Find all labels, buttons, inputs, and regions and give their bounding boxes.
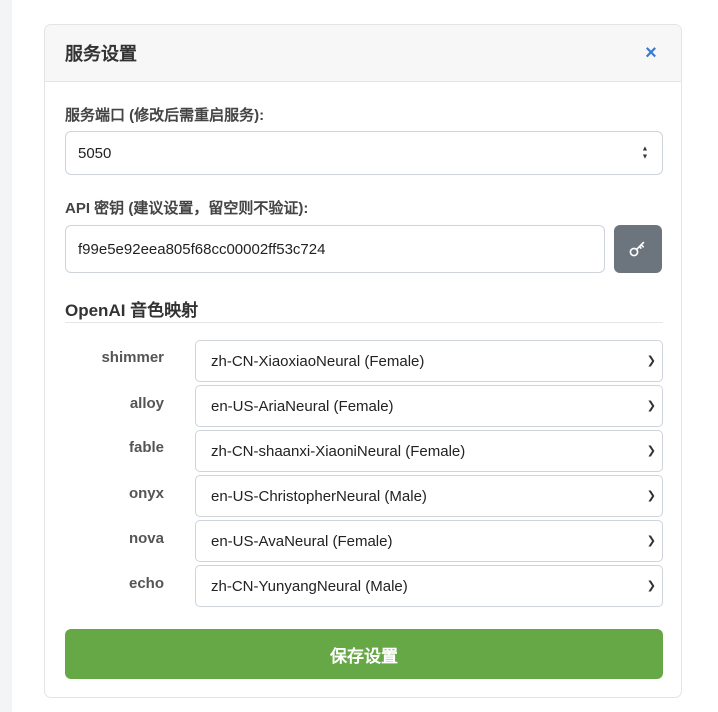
- key-icon: [629, 241, 645, 257]
- voice-select-value: en-US-AriaNeural (Female): [211, 397, 394, 415]
- voice-mapping-title: OpenAI 音色映射: [65, 301, 199, 320]
- section-divider: [65, 322, 663, 323]
- voice-select-shimmer[interactable]: zh-CN-XiaoxiaoNeural (Female) ❯: [195, 340, 663, 382]
- api-key-input[interactable]: f99e5e92eea805f68cc00002ff53c724: [65, 225, 605, 273]
- voice-select-echo[interactable]: zh-CN-YunyangNeural (Male) ❯: [195, 565, 663, 607]
- voice-select-value: zh-CN-YunyangNeural (Male): [211, 577, 408, 595]
- page-gutter: [0, 0, 12, 712]
- voice-label-echo: echo: [128, 575, 164, 592]
- voice-label-fable: fable: [128, 439, 164, 456]
- dialog-header: 服务设置 ×: [45, 25, 681, 82]
- voice-select-value: en-US-ChristopherNeural (Male): [211, 487, 427, 505]
- chevron-down-icon: ❯: [646, 354, 656, 367]
- api-key-label: API 密钥 (建议设置，留空则不验证):: [65, 200, 309, 217]
- voice-select-value: en-US-AvaNeural (Female): [211, 532, 393, 550]
- voice-select-nova[interactable]: en-US-AvaNeural (Female) ❯: [195, 520, 663, 562]
- stepper-icon[interactable]: ▲ ▼: [640, 146, 650, 161]
- chevron-down-icon: ❯: [646, 579, 656, 592]
- dialog-title: 服务设置: [65, 44, 137, 64]
- close-button[interactable]: ×: [639, 41, 663, 65]
- api-key-value: f99e5e92eea805f68cc00002ff53c724: [78, 240, 326, 258]
- voice-label-shimmer: shimmer: [101, 349, 164, 366]
- voice-label-nova: nova: [128, 530, 164, 547]
- chevron-down-icon: ❯: [646, 399, 656, 412]
- port-value: 5050: [78, 144, 112, 162]
- voice-label-onyx: onyx: [128, 485, 164, 502]
- generate-key-button[interactable]: [614, 225, 662, 273]
- chevron-down-icon: ❯: [646, 444, 656, 457]
- voice-select-value: zh-CN-shaanxi-XiaoniNeural (Female): [211, 442, 466, 460]
- chevron-down-icon: ❯: [646, 534, 656, 547]
- save-settings-button[interactable]: 保存设置: [65, 629, 663, 679]
- stepper-up-icon: ▲: [641, 145, 649, 153]
- port-input[interactable]: 5050 ▲ ▼: [65, 131, 663, 175]
- chevron-down-icon: ❯: [646, 489, 656, 502]
- close-icon: ×: [645, 41, 657, 64]
- voice-select-fable[interactable]: zh-CN-shaanxi-XiaoniNeural (Female) ❯: [195, 430, 663, 472]
- stepper-down-icon: ▼: [641, 153, 649, 161]
- voice-select-value: zh-CN-XiaoxiaoNeural (Female): [211, 352, 425, 370]
- port-label: 服务端口 (修改后需重启服务):: [65, 107, 265, 124]
- voice-label-alloy: alloy: [129, 395, 164, 412]
- voice-select-onyx[interactable]: en-US-ChristopherNeural (Male) ❯: [195, 475, 663, 517]
- voice-select-alloy[interactable]: en-US-AriaNeural (Female) ❯: [195, 385, 663, 427]
